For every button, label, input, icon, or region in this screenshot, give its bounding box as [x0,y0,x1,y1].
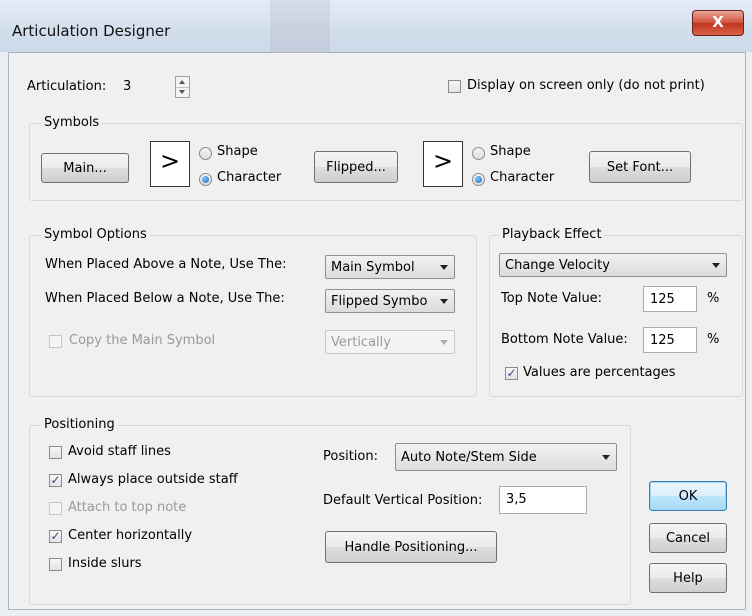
above-note-value: Main Symbol [331,260,415,275]
chevron-down-icon [440,340,448,345]
main-symbol-button[interactable]: Main... [41,153,129,183]
dialog-body: Articulation: 3 Display on screen only (… [8,52,746,610]
chevron-down-icon [712,263,720,268]
bottom-note-input[interactable]: 125 [643,327,697,353]
close-button[interactable]: X [692,10,744,36]
avoid-staff-lines-checkbox[interactable] [49,446,62,459]
above-note-label: When Placed Above a Note, Use The: [45,257,287,272]
window-title: Articulation Designer [12,22,171,40]
symbol-options-group-title: Symbol Options [41,227,150,242]
inside-slurs-label: Inside slurs [68,556,142,571]
down-arrow-icon [179,90,185,94]
articulation-spinner[interactable] [175,76,190,98]
inside-slurs-checkbox[interactable] [49,558,62,571]
bottom-note-value: 125 [650,333,675,348]
ok-button[interactable]: OK [649,481,727,511]
cancel-button[interactable]: Cancel [649,523,727,553]
always-outside-staff-checkbox[interactable]: ✓ [49,474,62,487]
attach-top-note-checkbox[interactable] [49,502,62,515]
below-note-value: Flipped Symbo [331,294,428,309]
display-only-checkbox[interactable] [448,80,461,93]
copy-main-symbol-label: Copy the Main Symbol [69,333,216,348]
bottom-note-label: Bottom Note Value: [501,332,628,347]
default-vertical-input[interactable]: 3,5 [499,486,587,514]
flipped-symbol-preview: > [423,141,463,187]
flipped-character-label: Character [490,170,555,185]
copy-main-symbol-checkbox[interactable] [49,335,62,348]
articulation-designer-window: Articulation Designer X Articulation: 3 … [0,0,752,616]
center-horizontally-checkbox[interactable]: ✓ [49,530,62,543]
playback-effect-value: Change Velocity [505,258,610,273]
position-select[interactable]: Auto Note/Stem Side [395,443,617,471]
always-outside-staff-label: Always place outside staff [68,472,238,487]
main-character-label: Character [217,170,282,185]
bottom-note-percent: % [707,332,720,347]
main-character-radio[interactable] [199,173,212,186]
help-button[interactable]: Help [649,563,727,593]
flipped-shape-radio[interactable] [472,147,485,160]
set-font-button[interactable]: Set Font... [589,151,691,183]
title-bar-glass [270,0,330,52]
position-label: Position: [323,449,378,464]
main-symbol-preview: > [150,141,190,187]
top-note-input[interactable]: 125 [643,286,697,312]
playback-effect-select[interactable]: Change Velocity [499,253,727,277]
flipped-character-radio[interactable] [472,173,485,186]
main-shape-label: Shape [217,144,258,159]
attach-top-note-label: Attach to top note [68,500,187,515]
display-only-label: Display on screen only (do not print) [467,78,705,93]
symbols-group-title: Symbols [41,115,103,130]
up-arrow-icon [179,80,185,84]
values-percentages-checkbox[interactable]: ✓ [505,367,518,380]
top-note-percent: % [707,291,720,306]
copy-direction-value: Vertically [331,335,391,350]
spinner-down-button[interactable] [176,87,189,97]
top-note-value: 125 [650,292,675,307]
default-vertical-value: 3,5 [506,492,527,507]
articulation-number: 3 [123,79,132,94]
title-bar: Articulation Designer X [0,0,752,52]
position-value: Auto Note/Stem Side [401,450,537,465]
chevron-down-icon [440,299,448,304]
copy-direction-select[interactable]: Vertically [325,330,455,354]
positioning-group-title: Positioning [41,417,118,432]
flipped-shape-label: Shape [490,144,531,159]
main-shape-radio[interactable] [199,147,212,160]
below-note-label: When Placed Below a Note, Use The: [45,291,285,306]
chevron-down-icon [602,455,610,460]
top-note-label: Top Note Value: [501,291,603,306]
articulation-label: Articulation: [27,79,107,94]
playback-effect-group-title: Playback Effect [499,227,605,242]
handle-positioning-button[interactable]: Handle Positioning... [325,531,497,563]
chevron-down-icon [440,265,448,270]
avoid-staff-lines-label: Avoid staff lines [68,444,171,459]
above-note-select[interactable]: Main Symbol [325,255,455,279]
center-horizontally-label: Center horizontally [68,528,193,543]
below-note-select[interactable]: Flipped Symbo [325,289,455,313]
default-vertical-label: Default Vertical Position: [323,493,483,508]
flipped-symbol-button[interactable]: Flipped... [314,151,398,183]
values-percentages-label: Values are percentages [523,365,676,380]
